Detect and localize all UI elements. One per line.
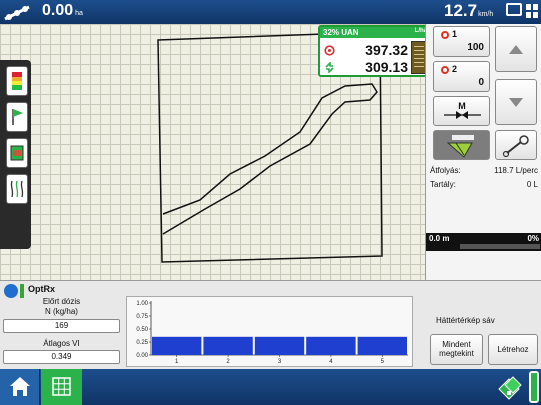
implement-icon[interactable] — [3, 3, 33, 21]
flag-button[interactable] — [6, 102, 28, 132]
bar-2 — [203, 336, 253, 355]
x-tick-label: 4 — [329, 359, 333, 365]
y-tick-label: 0.50 — [136, 327, 148, 333]
actual-rate-value: 309.13 — [365, 59, 408, 75]
x-tick-label: 2 — [226, 359, 230, 365]
vi-bar-chart: 1.00 0.75 0.50 0.25 0.00 1 2 3 4 5 — [126, 296, 413, 367]
screen: 0.00 ha 12.7km/h 32% UAN L/ha 397.32 309… — [0, 0, 541, 405]
map-layer-button[interactable] — [6, 138, 28, 168]
rate-preset-1-button[interactable]: 1 100 — [433, 26, 490, 57]
product-header: 32% UAN L/ha — [320, 27, 430, 38]
actual-rate-row: 309.13 — [324, 59, 408, 76]
preset-2-id: 2 — [452, 64, 458, 74]
avg-vi-label: Átlagos VI — [43, 339, 80, 348]
connectivity-level-icon[interactable] — [529, 371, 539, 403]
wrench-icon — [502, 135, 529, 158]
sprayer-section-icon — [446, 135, 474, 158]
bar-1 — [152, 336, 202, 355]
manual-rate-button[interactable]: M — [433, 96, 490, 126]
prev-dose-value: 169 — [3, 319, 120, 333]
target-icon — [441, 31, 449, 39]
settings-button[interactable] — [495, 130, 537, 160]
rate-increase-button[interactable] — [495, 26, 537, 72]
guidance-lines-icon — [10, 180, 24, 198]
display-icon[interactable] — [506, 3, 522, 16]
target-rate-value: 397.32 — [365, 42, 408, 58]
y-tick-label: 1.00 — [136, 301, 148, 307]
run-screen-button[interactable] — [41, 369, 82, 405]
top-status-bar: 0.00 ha 12.7km/h — [0, 0, 541, 24]
target-icon — [324, 45, 335, 56]
target-rate-row: 397.32 — [324, 42, 408, 59]
x-tick-label: 1 — [175, 359, 179, 365]
gps-grid-icon[interactable] — [525, 3, 539, 19]
bar-3 — [254, 336, 305, 355]
sync-icon — [4, 284, 18, 298]
vi-chart-svg: 1.00 0.75 0.50 0.25 0.00 1 2 3 4 5 — [136, 301, 408, 365]
create-label: Létrehoz — [497, 345, 529, 354]
bar-5 — [357, 336, 407, 355]
background-map-label: Háttértérkép sáv — [436, 316, 495, 325]
network-icon[interactable] — [497, 373, 525, 401]
arrow-up-icon — [509, 45, 523, 54]
rate-preset-2-button[interactable]: 2 0 — [433, 61, 490, 92]
preset-1-id: 1 — [452, 29, 458, 39]
target-icon — [441, 66, 449, 74]
sensor-icon — [20, 284, 24, 298]
bar-4 — [306, 336, 356, 355]
y-tick-label: 0.00 — [136, 353, 148, 359]
y-tick-label: 0.75 — [136, 314, 148, 320]
progress-percent: 0% — [527, 234, 539, 243]
tank-value: 0 L — [526, 180, 538, 189]
prev-dose-label: Előrt dózis — [42, 297, 81, 306]
x-tick-label: 3 — [278, 359, 282, 365]
rate-control-panel: 1 100 2 0 M Átfolyás: 118.7 L/perc Tartá… — [425, 24, 541, 280]
legend-icon — [12, 72, 22, 90]
taskbar — [0, 369, 541, 405]
rate-decrease-button[interactable] — [495, 79, 537, 125]
view-all-button[interactable]: Mindent megtekint — [430, 334, 483, 365]
x-tick-label: 5 — [381, 359, 385, 365]
view-all-label-line2: megtekint — [439, 349, 474, 358]
map-layer-icon — [10, 145, 24, 161]
avg-vi-value: 0.349 — [3, 350, 120, 364]
home-icon — [10, 377, 30, 396]
area-value: 0.00 — [42, 2, 74, 19]
optrx-panel: OptRx Előrt dózis N (kg/ha) 169 Átlagos … — [0, 280, 541, 369]
manual-valve-icon: M — [444, 101, 481, 119]
grid-icon — [52, 377, 71, 396]
speed-readout: 12.7km/h — [444, 1, 493, 21]
speed-unit: km/h — [478, 11, 494, 18]
product-rate-panel[interactable]: 32% UAN L/ha 397.32 309.13 — [318, 25, 432, 77]
speed-value: 12.7 — [444, 1, 478, 20]
create-button[interactable]: Létrehoz — [488, 334, 538, 365]
preset-2-value: 0 — [478, 77, 484, 88]
area-readout: 0.00 ha — [42, 2, 83, 20]
product-name: 32% UAN — [323, 28, 359, 37]
y-tick-label: 0.25 — [136, 340, 148, 346]
prev-dose-unit-label: N (kg/ha) — [45, 307, 78, 316]
flag-icon — [12, 109, 23, 125]
tank-label: Tartály: — [430, 180, 456, 189]
progress-track — [460, 244, 540, 249]
home-button[interactable] — [0, 369, 40, 405]
preset-1-value: 100 — [467, 42, 484, 53]
optrx-title: OptRx — [28, 284, 55, 294]
guidance-button[interactable] — [6, 174, 28, 204]
progress-distance: 0.0 m — [429, 234, 450, 243]
view-all-label-line1: Mindent — [442, 340, 471, 349]
flow-label: Átfolyás: — [430, 166, 461, 175]
section-control-button[interactable] — [433, 130, 490, 160]
area-unit: ha — [75, 10, 83, 17]
map-tools-panel — [0, 60, 31, 249]
arrow-down-icon — [509, 98, 523, 107]
actual-rate-icon — [325, 62, 334, 73]
rate-legend-button[interactable] — [6, 66, 28, 96]
manual-mode-label: M — [458, 101, 466, 111]
flow-value: 118.7 L/perc — [494, 166, 538, 175]
coverage-progress-bar: 0.0 m 0% — [426, 233, 541, 251]
